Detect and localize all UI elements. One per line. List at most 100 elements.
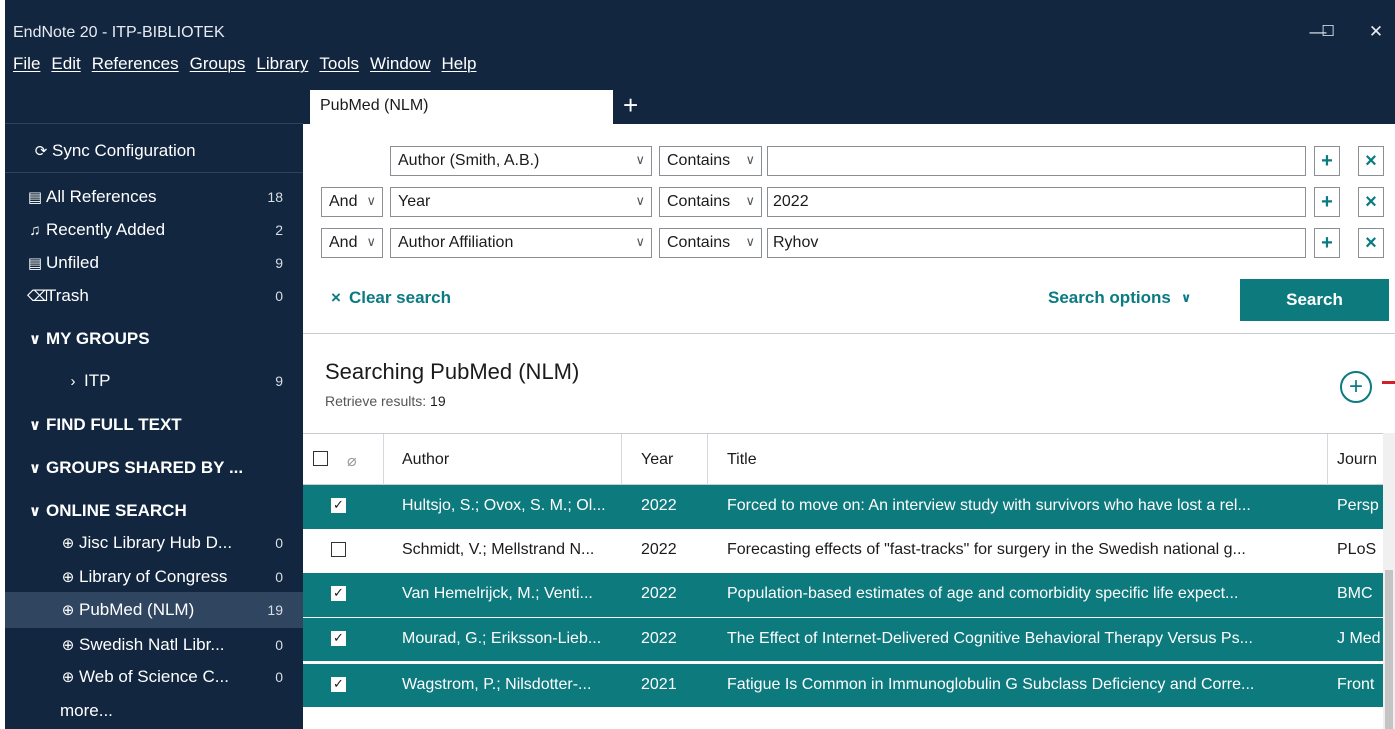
sidebar-header-online-search[interactable]: ∨ ONLINE SEARCH — [5, 495, 303, 527]
boolean-select-3[interactable]: And ∨ — [321, 228, 383, 258]
chevron-down-icon: ∨ — [28, 417, 42, 434]
field-select-2[interactable]: Year ∨ — [390, 187, 652, 217]
sidebar-item-trash[interactable]: ⌫ Trash 0 — [5, 280, 303, 312]
sidebar-item-label: more... — [60, 701, 113, 720]
close-button[interactable]: ✕ — [1361, 22, 1391, 42]
operator-select-3[interactable]: Contains ∨ — [659, 228, 762, 258]
sidebar-header-my-groups[interactable]: ∨ MY GROUPS — [5, 323, 303, 355]
cell-journal: J Med — [1337, 630, 1381, 647]
sidebar-item-all-references[interactable]: ▤ All References 18 — [5, 181, 303, 213]
menu-references[interactable]: References — [92, 54, 179, 74]
menu-window[interactable]: Window — [370, 54, 430, 74]
sidebar-item-label: Library of Congress — [79, 566, 228, 586]
sidebar-header-groups-shared[interactable]: ∨ GROUPS SHARED BY ... — [5, 452, 303, 484]
add-row-button[interactable]: + — [1314, 187, 1340, 217]
item-count: 9 — [275, 373, 283, 389]
item-count: 0 — [275, 668, 283, 685]
row-checkbox[interactable]: ✓ — [331, 498, 346, 513]
field-select-value: Author (Smith, A.B.) — [398, 152, 540, 169]
add-row-button[interactable]: + — [1314, 228, 1340, 258]
search-term-input-2[interactable]: 2022 — [767, 187, 1306, 217]
clear-search-label: Clear search — [348, 288, 452, 307]
sidebar-item-label: All References — [46, 187, 157, 206]
sidebar-header-find-full-text[interactable]: ∨ FIND FULL TEXT — [5, 409, 303, 441]
operator-select-2[interactable]: Contains ∨ — [659, 187, 762, 217]
add-tab-button[interactable]: + — [623, 92, 638, 118]
item-count: 0 — [275, 534, 283, 551]
boolean-select-2[interactable]: And ∨ — [321, 187, 383, 217]
menu-help[interactable]: Help — [442, 54, 477, 74]
scrollbar-thumb[interactable] — [1385, 570, 1393, 729]
table-row[interactable]: Schmidt, V.; Mellstrand N... 2022 Foreca… — [303, 529, 1383, 573]
boolean-value: And — [329, 234, 358, 251]
row-checkbox[interactable]: ✓ — [331, 677, 346, 692]
search-button[interactable]: Search — [1240, 279, 1389, 321]
cell-year: 2022 — [641, 541, 677, 558]
field-select-3[interactable]: Author Affiliation ∨ — [390, 228, 652, 258]
table-row[interactable]: ✓ Wagstrom, P.; Nilsdotter-... 2021 Fati… — [303, 663, 1383, 707]
remove-row-button[interactable]: × — [1358, 146, 1384, 176]
retrieve-results: Retrieve results: 19 — [325, 393, 446, 409]
sidebar-item-library-of-congress[interactable]: ⊕ Library of Congress 0 — [5, 562, 303, 591]
clear-search-link[interactable]: × Clear search — [331, 288, 451, 308]
row-checkbox[interactable]: ✓ — [331, 631, 346, 646]
divider — [1327, 434, 1328, 486]
add-to-library-button[interactable]: + — [1340, 371, 1372, 403]
search-term-input-1[interactable] — [767, 146, 1306, 176]
section-label: ONLINE SEARCH — [46, 501, 187, 520]
add-row-button[interactable]: + — [1314, 146, 1340, 176]
row-checkbox[interactable]: ✓ — [331, 586, 346, 601]
remove-row-button[interactable]: × — [1358, 228, 1384, 258]
window-title: EndNote 20 - ITP-BIBLIOTEK — [13, 24, 225, 41]
sidebar-item-web-of-science[interactable]: ⊕ Web of Science C... 0 — [5, 662, 303, 691]
operator-select-1[interactable]: Contains ∨ — [659, 146, 762, 176]
search-term-input-3[interactable]: Ryhov — [767, 228, 1306, 258]
table-row[interactable]: ✓ Mourad, G.; Eriksson-Lieb... 2022 The … — [303, 617, 1383, 661]
results-header: Searching PubMed (NLM) Retrieve results:… — [303, 335, 1395, 433]
sidebar-item-label: Web of Science C... — [79, 666, 229, 686]
sidebar-item-recently-added[interactable]: ♫ Recently Added 2 — [5, 214, 303, 246]
sidebar-item-more[interactable]: more... — [5, 695, 303, 727]
tab-pubmed[interactable]: PubMed (NLM) — [310, 90, 613, 124]
column-author[interactable]: Author — [402, 451, 449, 469]
chevron-down-icon: ∨ — [28, 460, 42, 477]
table-row[interactable]: ✓ Van Hemelrijck, M.; Venti... 2022 Popu… — [303, 573, 1383, 617]
document-icon: ▤ — [27, 255, 43, 272]
section-label: FIND FULL TEXT — [46, 415, 182, 434]
menu-library[interactable]: Library — [256, 54, 308, 74]
column-title[interactable]: Title — [727, 451, 757, 469]
sidebar-sync-configuration[interactable]: ⟳ Sync Configuration — [5, 135, 303, 167]
results-title: Searching PubMed (NLM) — [325, 359, 580, 384]
column-journal[interactable]: Journ — [1337, 451, 1377, 469]
field-select-1[interactable]: Author (Smith, A.B.) ∨ — [390, 146, 652, 176]
sidebar-item-unfiled[interactable]: ▤ Unfiled 9 — [5, 247, 303, 279]
sidebar-item-label: Trash — [46, 286, 89, 305]
search-options-link[interactable]: Search options ∨ — [1048, 288, 1191, 308]
menu-edit[interactable]: Edit — [51, 54, 80, 74]
chevron-down-icon: ∨ — [635, 234, 645, 249]
maximize-button[interactable]: ☐ — [1313, 22, 1343, 40]
cell-author: Wagstrom, P.; Nilsdotter-... — [402, 676, 592, 693]
section-label: GROUPS SHARED BY ... — [46, 458, 244, 477]
cell-title: Fatigue Is Common in Immunoglobulin G Su… — [727, 676, 1255, 693]
select-all-checkbox[interactable] — [313, 451, 328, 466]
row-checkbox[interactable] — [331, 542, 346, 557]
menu-tools[interactable]: Tools — [319, 54, 359, 74]
menu-file[interactable]: File — [13, 54, 40, 74]
chevron-down-icon: ∨ — [635, 193, 645, 208]
sidebar-item-itp[interactable]: › ITP 9 — [5, 365, 303, 397]
column-year[interactable]: Year — [641, 451, 673, 469]
title-bar: EndNote 20 - ITP-BIBLIOTEK — ☐ ✕ File Ed… — [5, 0, 1395, 90]
remove-row-button[interactable]: × — [1358, 187, 1384, 217]
table-row[interactable]: ✓ Hultsjo, S.; Ovox, S. M.; Ol... 2022 F… — [303, 485, 1383, 529]
sidebar-item-pubmed[interactable]: ⊕ PubMed (NLM) 19 — [5, 592, 303, 628]
search-options-label: Search options — [1048, 288, 1171, 307]
sidebar: ⟳ Sync Configuration ▤ All References 18 … — [5, 90, 303, 729]
sidebar-item-jisc[interactable]: ⊕ Jisc Library Hub D... 0 — [5, 528, 303, 557]
menu-bar: File Edit References Groups Library Tool… — [13, 54, 476, 74]
chevron-down-icon: ∨ — [745, 234, 755, 249]
sidebar-item-swedish-natl[interactable]: ⊕ Swedish Natl Libr... 0 — [5, 630, 303, 659]
results-table: ⌀ Author Year Title Journ ✓ Hultsjo, S.;… — [303, 433, 1383, 729]
close-icon: × — [1365, 190, 1377, 213]
menu-groups[interactable]: Groups — [190, 54, 246, 74]
